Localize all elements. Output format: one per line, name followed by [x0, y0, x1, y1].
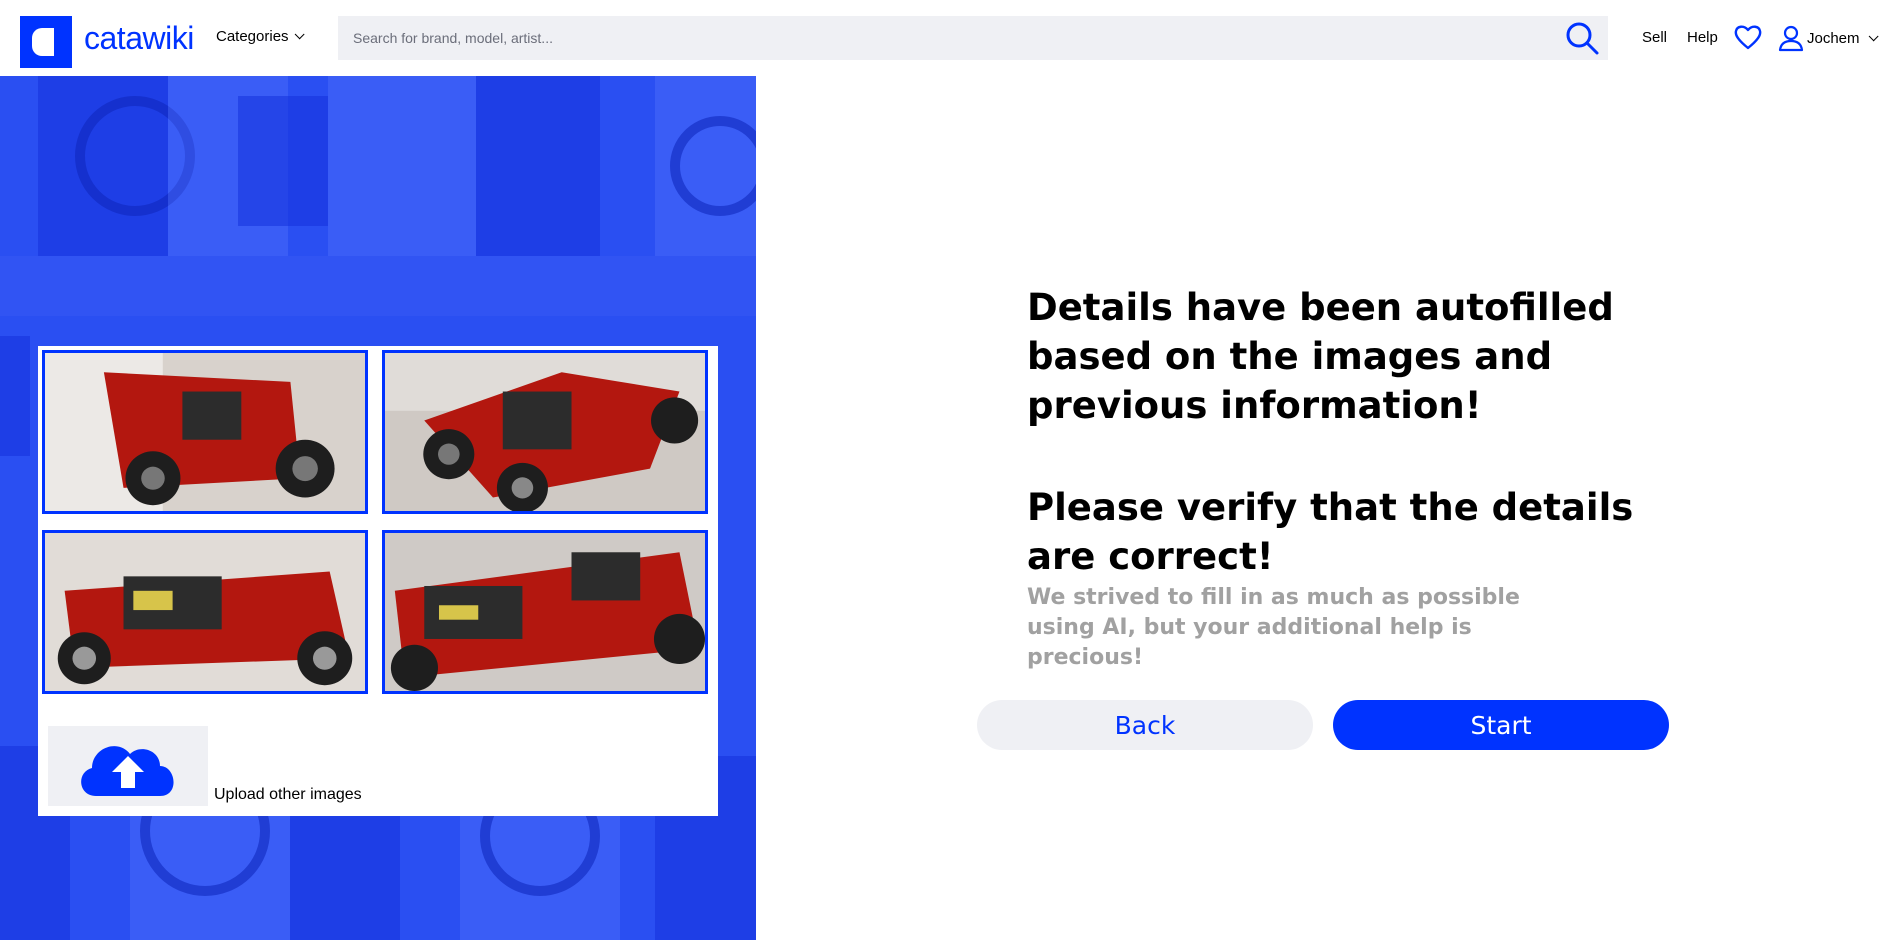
search-bar	[338, 16, 1608, 60]
background-tile	[0, 256, 756, 316]
categories-menu[interactable]: Categories	[216, 28, 305, 45]
upload-images-label[interactable]: Upload other images	[214, 786, 362, 804]
autofill-message: Details have been autofilled based on th…	[1027, 283, 1667, 673]
autofill-heading: Details have been autofilled based on th…	[1027, 286, 1614, 427]
uploaded-image-2[interactable]	[382, 350, 708, 514]
uploaded-image-4[interactable]	[382, 530, 708, 694]
image-background-panel: Upload other images	[0, 76, 756, 940]
start-button[interactable]: Start	[1333, 700, 1669, 750]
sell-link[interactable]: Sell	[1642, 29, 1667, 46]
user-name: Jochem	[1807, 29, 1860, 47]
cloud-upload-icon	[81, 746, 174, 796]
user-icon	[1778, 25, 1804, 52]
background-tile	[238, 96, 328, 226]
uploaded-images-card: Upload other images	[38, 346, 718, 816]
top-header: catawiki Categories Sell Help Jochem	[0, 0, 1887, 76]
chevron-down-icon	[294, 29, 305, 40]
brand-wordmark[interactable]: catawiki	[84, 20, 194, 57]
categories-label: Categories	[216, 28, 289, 45]
user-menu[interactable]: Jochem	[1777, 24, 1879, 52]
background-tile	[328, 76, 476, 256]
verify-heading: Please verify that the details are corre…	[1027, 486, 1634, 578]
upload-images-button[interactable]	[48, 726, 208, 806]
ai-subtext: We strived to fill in as much as possibl…	[1027, 585, 1520, 670]
uploaded-image-1[interactable]	[42, 350, 368, 514]
chevron-down-icon	[1868, 30, 1879, 41]
background-tile	[476, 76, 600, 256]
catawiki-logo-icon[interactable]	[20, 16, 72, 68]
help-link[interactable]: Help	[1687, 29, 1718, 46]
back-button[interactable]: Back	[977, 700, 1313, 750]
search-icon[interactable]	[1564, 20, 1600, 56]
uploaded-image-3[interactable]	[42, 530, 368, 694]
favorites-heart-icon[interactable]	[1734, 24, 1762, 50]
search-input[interactable]	[338, 16, 1518, 60]
background-tile	[0, 336, 30, 456]
